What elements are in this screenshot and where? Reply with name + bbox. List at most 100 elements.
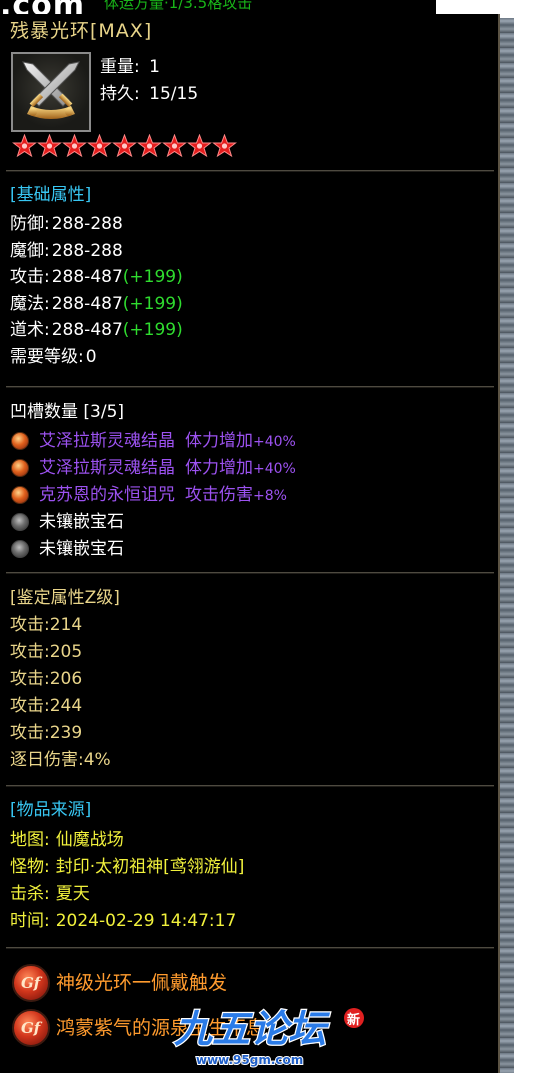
attribute-value: 288-487: [51, 293, 123, 314]
base-attribute-row: 魔法: 288-487(+199): [10, 293, 183, 315]
skill-badge-text: Gf: [21, 974, 41, 992]
attribute-value: 0: [85, 346, 97, 367]
skill-badge-icon[interactable]: Gf: [12, 1009, 50, 1047]
source-value: 2024-02-29 14:47:17: [55, 911, 237, 931]
socket-row[interactable]: 未镶嵌宝石: [39, 511, 124, 533]
socket-row[interactable]: 克苏恩的永恒诅咒 攻击伤害+8%: [39, 484, 287, 507]
base-attribute-row: 攻击: 288-487(+199): [10, 266, 183, 288]
socket-effect: 攻击伤害: [185, 485, 253, 505]
gem-socket-empty-icon: [11, 540, 29, 558]
attribute-label: 需要等级:: [10, 346, 84, 367]
divider: [6, 947, 494, 949]
background-blank: [514, 18, 534, 1073]
identify-attributes-header: [鉴定属性Z级]: [10, 588, 120, 608]
identify-attribute-row: 攻击:205: [10, 642, 83, 662]
socket-effect: 体力增加: [185, 458, 253, 478]
attribute-bonus: (+199): [122, 267, 183, 287]
socket-effect-value: +40%: [253, 434, 296, 450]
socket-row[interactable]: 艾泽拉斯灵魂结晶 体力增加+40%: [39, 457, 296, 480]
gem-socket-filled-icon: [11, 459, 29, 477]
identify-attribute-row: 攻击:214: [10, 615, 83, 635]
base-attribute-row: 道术: 288-487(+199): [10, 319, 183, 341]
source-value: 封印·太初祖神[鸢翎游仙]: [55, 857, 245, 877]
star-icon: [137, 134, 162, 158]
weight-label: 重量:: [100, 57, 140, 77]
star-rating: [12, 134, 237, 162]
source-row: 地图: 仙魔战场: [10, 829, 124, 851]
base-attribute-row: 需要等级: 0: [10, 346, 97, 368]
socket-effect-value: +40%: [253, 461, 296, 477]
socket-row[interactable]: 未镶嵌宝石: [39, 538, 124, 560]
star-icon: [212, 134, 237, 158]
base-attribute-row: 防御: 288-288: [10, 213, 123, 235]
crossed-swords-icon: [22, 61, 80, 119]
item-tooltip: 残暴光环[MAX] 重量: 1 持久: 15/15 [基础属性] 凹槽数量 [3…: [0, 14, 500, 1073]
source-row: 怪物: 封印·太初祖神[鸢翎游仙]: [10, 856, 244, 878]
forum-logo-text: 九五论坛: [174, 1007, 331, 1051]
attribute-value: 288-288: [51, 240, 123, 261]
durability-label: 持久:: [100, 84, 140, 104]
divider: [6, 170, 494, 172]
identify-attribute-row: 逐日伤害:4%: [10, 750, 111, 770]
durability-row: 持久: 15/15: [100, 83, 198, 105]
attribute-value: 288-487: [51, 320, 123, 340]
gem-socket-filled-icon: [11, 486, 29, 504]
forum-watermark: 九五论坛 www.95gm.com 新: [166, 1002, 416, 1072]
attribute-bonus: (+199): [122, 293, 183, 314]
source-label: 时间:: [10, 911, 50, 931]
weight-row: 重量: 1: [100, 56, 160, 78]
attribute-bonus: (+199): [122, 320, 183, 340]
source-value: 夏天: [55, 884, 90, 904]
attribute-label: 魔法:: [10, 293, 50, 314]
socket-effect: 体力增加: [185, 431, 253, 451]
star-icon: [12, 134, 37, 158]
source-label: 地图:: [10, 830, 50, 850]
base-attribute-row: 魔御: 288-288: [10, 240, 123, 262]
socket-gem-name: 未镶嵌宝石: [39, 512, 124, 532]
star-icon: [112, 134, 137, 158]
source-value: 仙魔战场: [55, 830, 124, 850]
divider: [6, 386, 494, 388]
socket-count-header: 凹槽数量 [3/5]: [10, 402, 125, 422]
gem-socket-filled-icon: [11, 432, 29, 450]
attribute-value: 288-487: [51, 267, 123, 287]
socket-gem-name: 艾泽拉斯灵魂结晶: [39, 458, 175, 478]
durability-value: 15/15: [149, 84, 199, 104]
star-icon: [62, 134, 87, 158]
weight-value: 1: [149, 57, 160, 77]
source-row: 时间: 2024-02-29 14:47:17: [10, 910, 236, 932]
star-icon: [162, 134, 187, 158]
new-badge-text: 新: [347, 1012, 360, 1028]
attribute-label: 攻击:: [10, 267, 50, 287]
socket-row[interactable]: 艾泽拉斯灵魂结晶 体力增加+40%: [39, 430, 296, 453]
item-name: 残暴光环[MAX]: [10, 20, 153, 42]
socket-gem-name: 艾泽拉斯灵魂结晶: [39, 431, 175, 451]
forum-logo-icon: 九五论坛 www.95gm.com 新: [173, 1006, 364, 1068]
socket-gem-name: 克苏恩的永恒诅咒: [39, 485, 175, 505]
identify-attribute-row: 攻击:239: [10, 723, 83, 743]
forum-url-text: www.95gm.com: [196, 1053, 303, 1067]
item-icon[interactable]: [11, 52, 91, 132]
identify-attribute-row: 攻击:244: [10, 696, 83, 716]
attribute-label: 道术:: [10, 320, 50, 340]
source-label: 怪物:: [10, 857, 50, 877]
item-source-header: [物品来源]: [10, 800, 92, 820]
socket-effect-value: +8%: [253, 488, 287, 504]
attribute-label: 魔御:: [10, 240, 50, 261]
cropped-text: 体运方量·1/3.5格攻击: [104, 0, 253, 12]
star-icon: [37, 134, 62, 158]
source-label: 击杀:: [10, 884, 50, 904]
base-attributes-header: [基础属性]: [10, 185, 92, 205]
skill-badge-text: Gf: [21, 1019, 41, 1037]
divider: [6, 785, 494, 787]
source-row: 击杀: 夏天: [10, 883, 90, 905]
skill-badge-icon[interactable]: Gf: [12, 964, 50, 1002]
attribute-label: 防御:: [10, 214, 50, 234]
attribute-value: 288-288: [51, 214, 123, 234]
star-icon: [187, 134, 212, 158]
background-scenery: [500, 18, 514, 1073]
socket-gem-name: 未镶嵌宝石: [39, 539, 124, 559]
star-icon: [87, 134, 112, 158]
gem-socket-empty-icon: [11, 513, 29, 531]
skill-text: 神级光环一佩戴触发: [56, 972, 228, 994]
